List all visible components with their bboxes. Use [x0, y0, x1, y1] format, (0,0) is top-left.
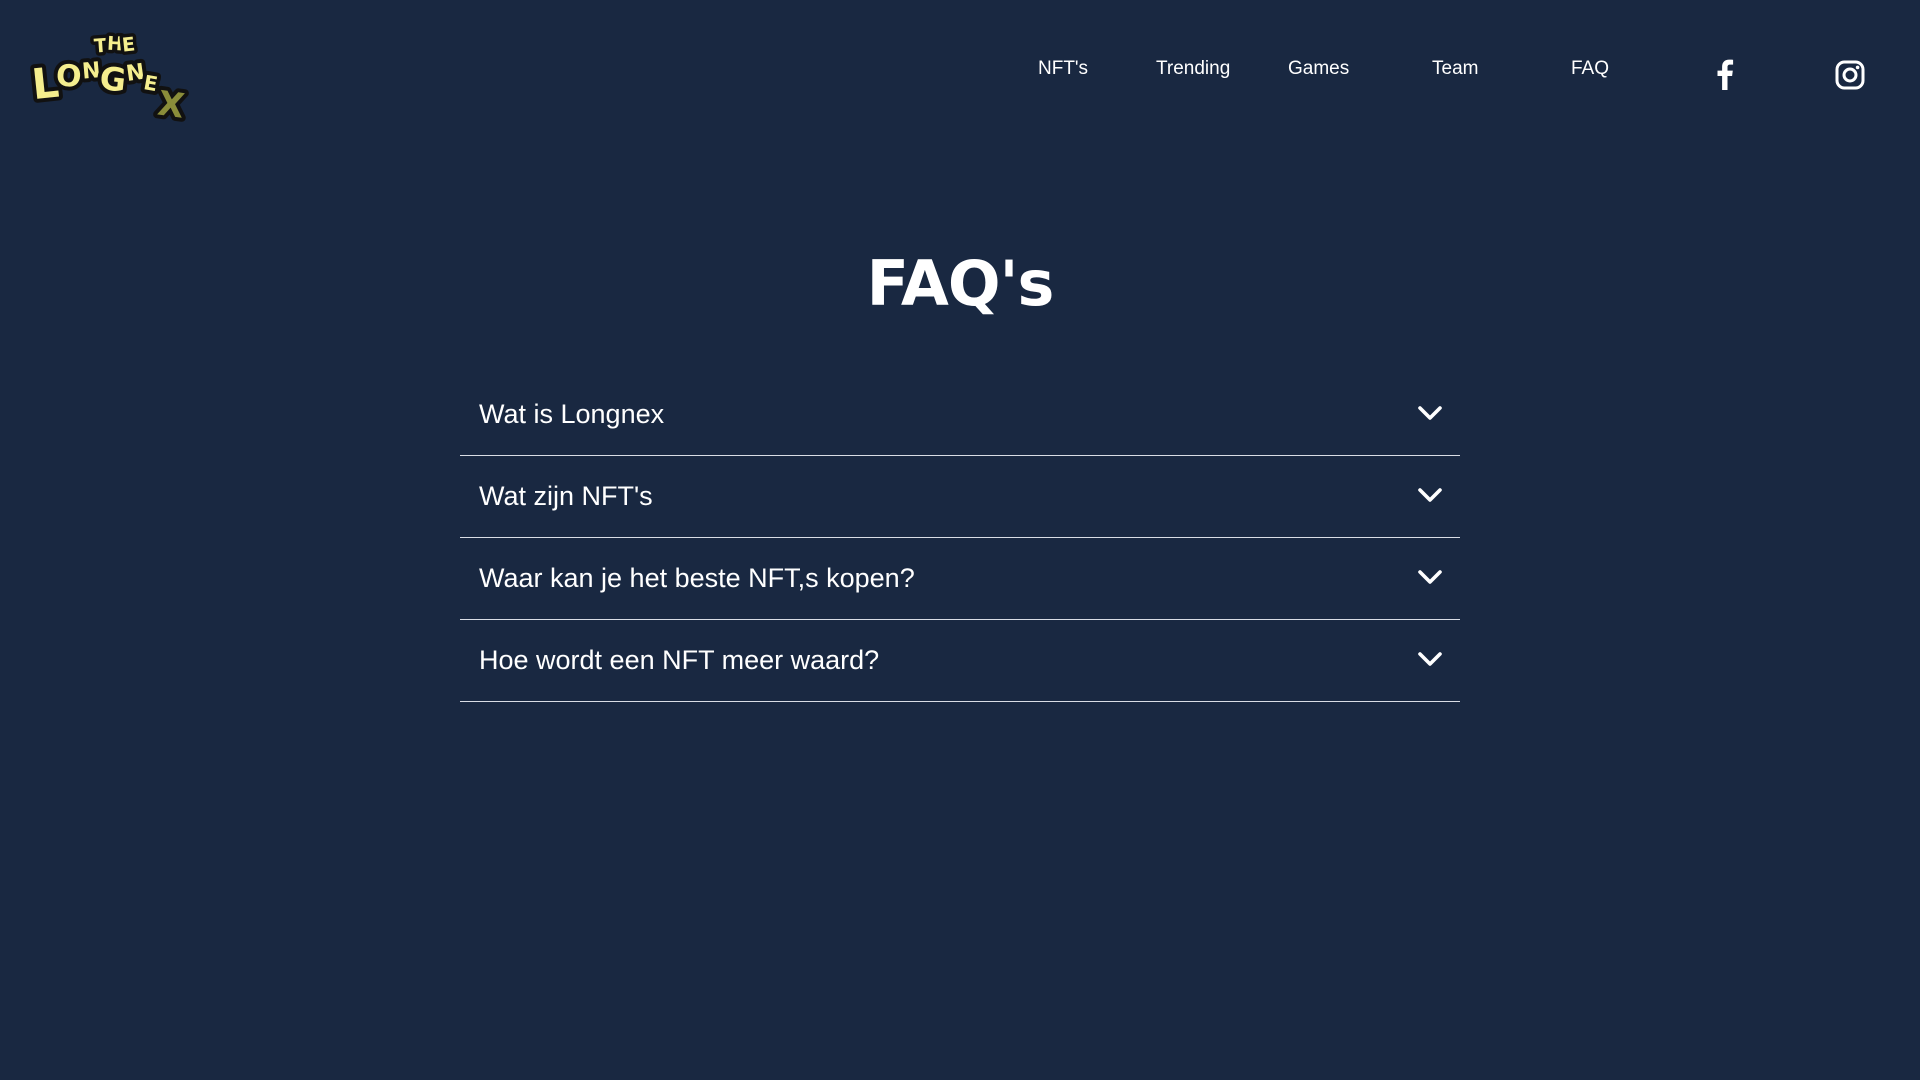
nav-link-nfts[interactable]: NFT's	[1038, 56, 1088, 82]
faq-question: Wat zijn NFT's	[479, 481, 653, 511]
faq-question: Wat is Longnex	[479, 399, 665, 429]
facebook-icon[interactable]	[1712, 58, 1736, 90]
svg-text:X: X	[155, 84, 187, 122]
svg-text:E: E	[121, 33, 136, 56]
page-title: FAQ's	[866, 247, 1055, 320]
chevron-down-icon[interactable]	[1417, 650, 1443, 668]
faq-item[interactable]: Wat is Longnex	[460, 374, 1460, 456]
page: T H E L O N G N E X NFT's Trending Games…	[0, 0, 1920, 1080]
nav-link-games[interactable]: Games	[1288, 56, 1349, 82]
faq-question: Hoe wordt een NFT meer waard?	[479, 645, 880, 675]
nav-link-team[interactable]: Team	[1432, 56, 1478, 82]
chevron-down-icon[interactable]	[1417, 486, 1443, 504]
faq-item[interactable]: Wat zijn NFT's	[460, 456, 1460, 538]
nav-link-trending[interactable]: Trending	[1156, 56, 1230, 82]
faq-accordion: Wat is Longnex Wat zijn NFT's Waar kan j…	[460, 374, 1460, 702]
main-nav: NFT's Trending Games Team FAQ	[0, 56, 1920, 86]
faq-item[interactable]: Hoe wordt een NFT meer waard?	[460, 620, 1460, 702]
chevron-down-icon[interactable]	[1417, 404, 1443, 422]
chevron-down-icon[interactable]	[1417, 568, 1443, 586]
nav-link-faq[interactable]: FAQ	[1571, 56, 1609, 82]
faq-item[interactable]: Waar kan je het beste NFT,s kopen?	[460, 538, 1460, 620]
instagram-icon[interactable]	[1835, 60, 1865, 90]
faq-question: Waar kan je het beste NFT,s kopen?	[479, 563, 915, 593]
